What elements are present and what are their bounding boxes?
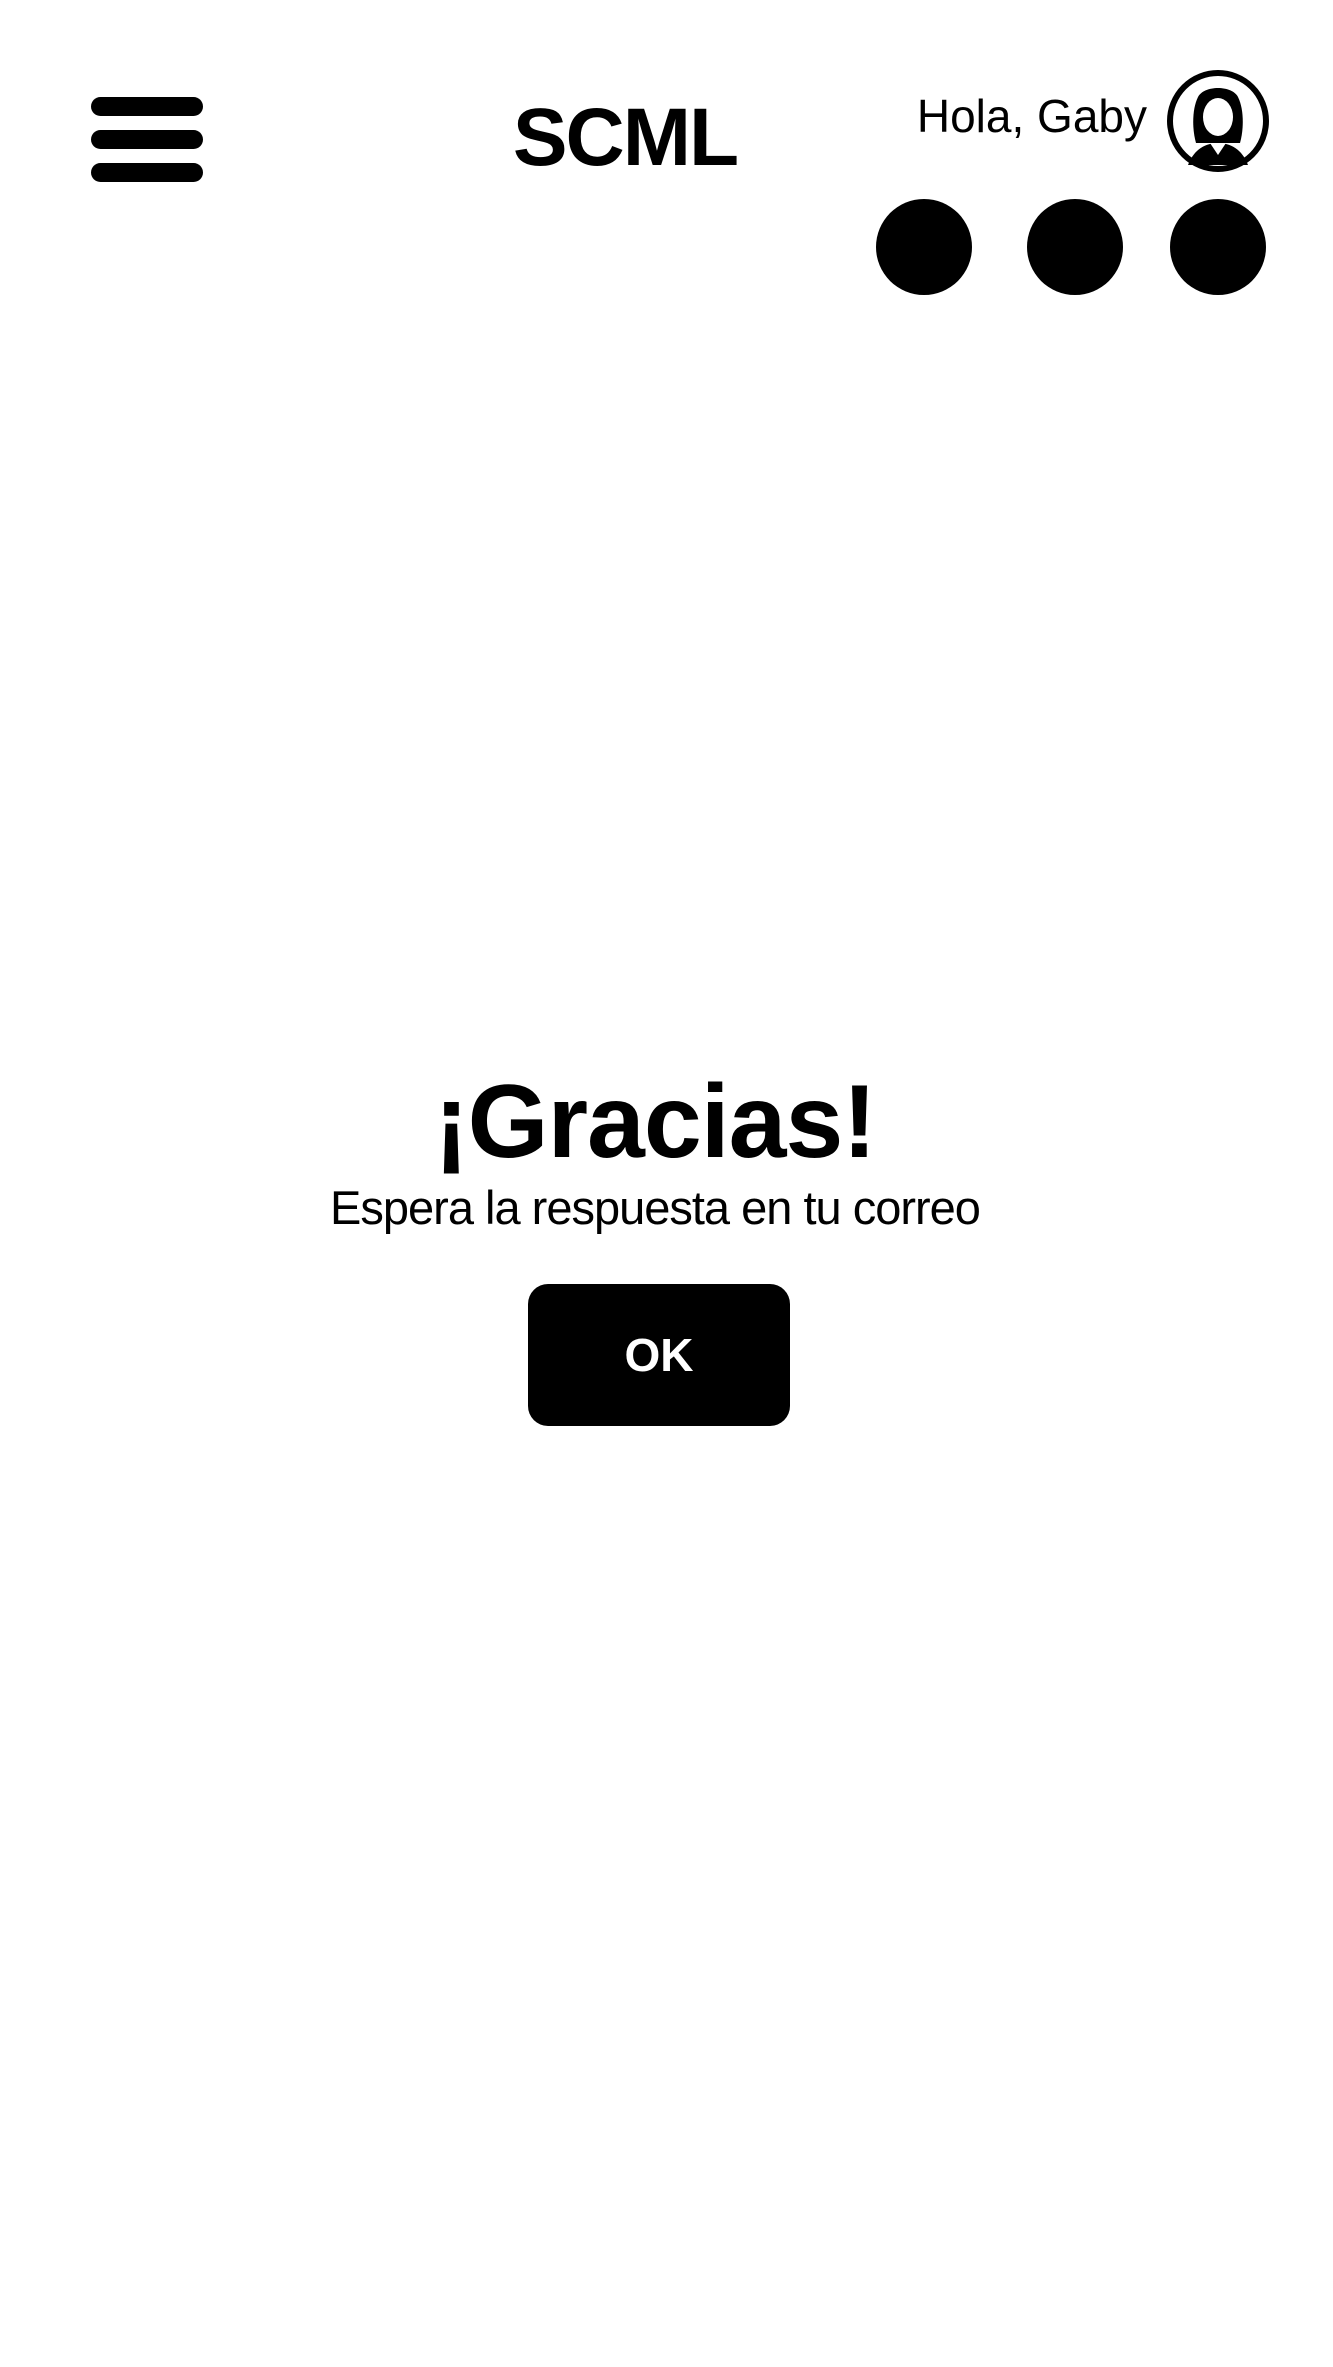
menu-bar: [91, 130, 203, 149]
user-avatar-icon[interactable]: [1166, 69, 1270, 173]
menu-bar: [91, 163, 203, 182]
menu-bar: [91, 97, 203, 116]
hamburger-menu-icon[interactable]: [91, 97, 203, 183]
user-greeting: Hola, Gaby: [916, 90, 1147, 142]
step-dot-2[interactable]: [1027, 199, 1123, 295]
brand-logo-text: SCML: [512, 92, 739, 183]
step-dot-3[interactable]: [1170, 199, 1266, 295]
step-dot-1[interactable]: [876, 199, 972, 295]
ok-button[interactable]: OK: [528, 1284, 790, 1426]
thank-you-title: ¡Gracias!: [434, 1064, 877, 1180]
confirmation-message: Espera la respuesta en tu correo: [330, 1181, 981, 1234]
